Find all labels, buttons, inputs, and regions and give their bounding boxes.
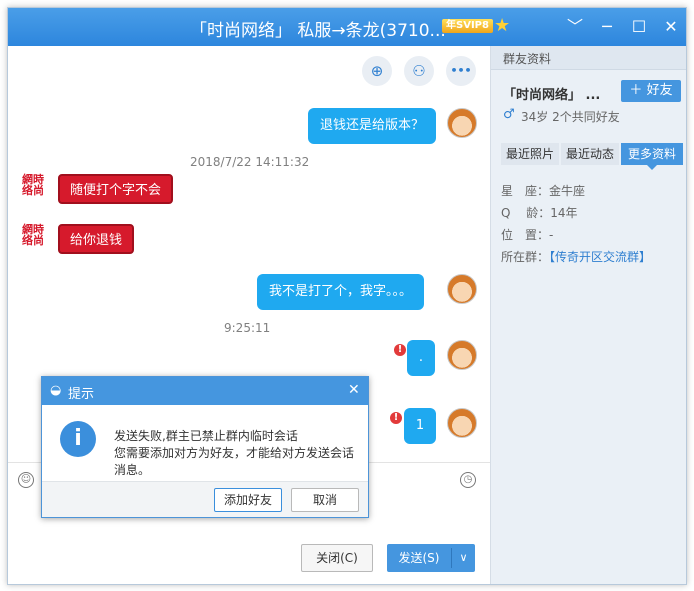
dialog-title: 提示 bbox=[68, 387, 95, 402]
my-avatar[interactable] bbox=[447, 340, 477, 370]
info-row: Q 龄：14年 bbox=[501, 204, 578, 221]
star-icon: ★ bbox=[494, 15, 511, 36]
info-value: 14年 bbox=[550, 206, 578, 220]
panel-header-label: 群友资料 bbox=[503, 52, 552, 66]
chat-window: 「时尚网络」 私服→条龙(3710... 年SVIP8 ★ ﹀ ─ ☐ ✕ ⊕ … bbox=[7, 7, 687, 585]
qq-penguin-icon: ◒ bbox=[50, 383, 62, 398]
group-link[interactable]: 【传奇开区交流群】 bbox=[549, 250, 651, 264]
male-icon: ♂ bbox=[503, 107, 515, 122]
send-options-chevron-icon[interactable]: ∨ bbox=[452, 544, 475, 572]
maximize-button[interactable]: ☐ bbox=[628, 16, 650, 38]
send-button-group: 发送(S) ∨ bbox=[387, 544, 475, 572]
message-bubble: 1 bbox=[404, 408, 436, 444]
dialog-close-icon[interactable]: ✕ bbox=[348, 382, 360, 398]
info-label: 位 置： bbox=[501, 228, 550, 242]
add-friend-dialog-button[interactable]: 添加好友 bbox=[214, 488, 282, 512]
add-friend-button[interactable]: ＋ 好友 bbox=[621, 80, 681, 102]
tab-recent-activity[interactable]: 最近动态 bbox=[561, 143, 619, 165]
send-button[interactable]: 发送(S) bbox=[387, 544, 451, 572]
profile-summary: 34岁 2个共同好友 bbox=[521, 110, 620, 124]
more-icon[interactable]: ••• bbox=[446, 56, 476, 86]
other-avatar[interactable]: 網時络尚 bbox=[18, 224, 48, 246]
dialog-message-line3: 消息。 bbox=[114, 463, 151, 477]
add-friend-label: 好友 bbox=[646, 83, 673, 98]
info-row: 所在群：【传奇开区交流群】 bbox=[501, 248, 651, 265]
send-failed-icon[interactable]: ! bbox=[394, 344, 406, 356]
history-icon[interactable]: ◷ bbox=[460, 472, 476, 488]
close-chat-button[interactable]: 关闭(C) bbox=[301, 544, 373, 572]
plus-icon: ＋ bbox=[629, 83, 643, 98]
dialog-message-line2: 您需要添加对方为好友，才能给对方发送会话 bbox=[114, 446, 355, 460]
message-bubble: 退钱还是给版本？ bbox=[308, 108, 437, 144]
tab-recent-photos[interactable]: 最近照片 bbox=[501, 143, 559, 165]
other-avatar[interactable]: 網時络尚 bbox=[18, 174, 48, 196]
message-bubble: 随便打个字不会 bbox=[58, 174, 174, 204]
dialog-title-bar: ◒ 提示 ✕ bbox=[42, 377, 368, 405]
message-bubble: 我不是打了个，我字。。。 bbox=[257, 274, 425, 310]
vip-badge: 年SVIP8 bbox=[442, 19, 493, 33]
prompt-dialog: ◒ 提示 ✕ i 发送失败,群主已禁止群内临时会话 您需要添加对方为好友，才能给… bbox=[41, 376, 369, 518]
info-label: Q 龄： bbox=[501, 206, 551, 220]
close-window-button[interactable]: ✕ bbox=[660, 16, 682, 38]
cancel-button[interactable]: 取消 bbox=[291, 488, 359, 512]
title-bar: 「时尚网络」 私服→条龙(3710... 年SVIP8 ★ ﹀ ─ ☐ ✕ bbox=[8, 8, 686, 46]
active-tab-caret bbox=[647, 165, 657, 170]
message-timestamp: 9:25:11 bbox=[224, 321, 271, 335]
send-failed-icon[interactable]: ! bbox=[390, 412, 402, 424]
message-bubble: 给你退钱 bbox=[58, 224, 135, 254]
info-value: - bbox=[549, 228, 554, 242]
collapse-button[interactable]: ﹀ bbox=[564, 16, 586, 38]
minimize-button[interactable]: ─ bbox=[596, 16, 618, 38]
profile-panel: 群友资料 「时尚网络」 ... ＋ 好友 ♂ 34岁 2个共同好友 最近照片 最… bbox=[490, 46, 686, 584]
info-row: 星 座：金牛座 bbox=[501, 182, 585, 199]
info-value: 金牛座 bbox=[549, 184, 586, 198]
message-bubble: . bbox=[407, 340, 435, 376]
panel-header: 群友资料 bbox=[491, 46, 686, 70]
contact-info-icon[interactable]: ⚇ bbox=[404, 56, 434, 86]
contact-name: 「时尚网络」 ... bbox=[503, 88, 601, 103]
emoji-icon[interactable]: ☺ bbox=[18, 472, 34, 488]
my-avatar[interactable] bbox=[447, 408, 477, 438]
message-timestamp: 2018/7/22 14:11:32 bbox=[190, 155, 310, 169]
add-contact-icon[interactable]: ⊕ bbox=[362, 56, 392, 86]
info-label: 星 座： bbox=[501, 184, 550, 198]
my-avatar[interactable] bbox=[447, 274, 477, 304]
info-label: 所在群： bbox=[501, 250, 550, 264]
info-icon: i bbox=[60, 421, 96, 457]
window-title: 「时尚网络」 私服→条龙(3710... bbox=[190, 21, 446, 41]
dialog-message-line1: 发送失败,群主已禁止群内临时会话 bbox=[114, 429, 298, 443]
info-row: 位 置：- bbox=[501, 226, 553, 243]
my-avatar[interactable] bbox=[447, 108, 477, 138]
tab-more-info[interactable]: 更多资料 bbox=[621, 143, 683, 165]
